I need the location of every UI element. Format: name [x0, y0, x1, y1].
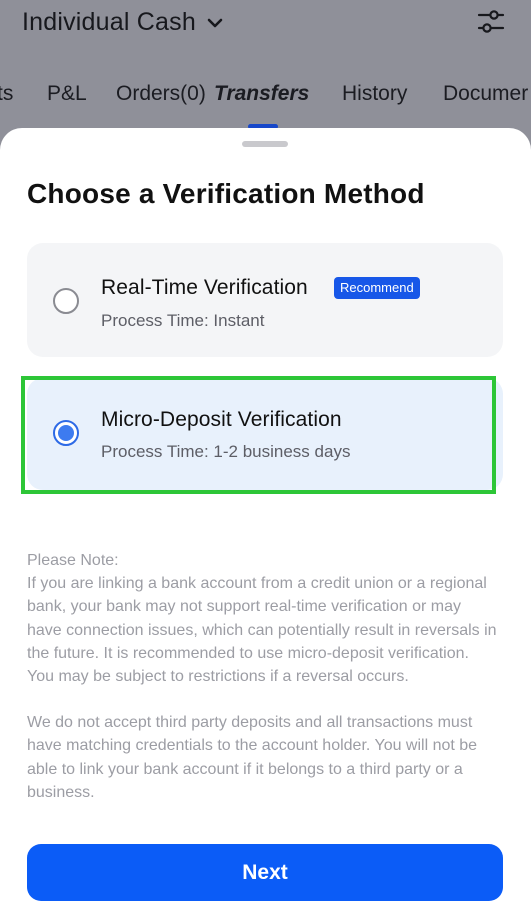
note-text: Please Note: If you are linking a bank a… — [27, 549, 497, 804]
option-title: Real-Time Verification — [101, 276, 308, 299]
recommend-badge: Recommend — [334, 277, 420, 299]
tab-bar: ts P&L Orders(0) Transfers History Docum… — [0, 82, 531, 114]
option-title: Micro-Deposit Verification — [101, 408, 342, 431]
tab-assets[interactable]: ts — [0, 82, 13, 106]
radio-selected-icon[interactable] — [53, 420, 79, 446]
sheet-grabber[interactable] — [242, 141, 288, 147]
tab-history[interactable]: History — [342, 82, 407, 106]
option-subtitle: Process Time: Instant — [101, 311, 265, 330]
tab-documents[interactable]: Documer — [443, 82, 528, 106]
tab-pnl[interactable]: P&L — [47, 82, 87, 106]
account-name: Individual Cash — [22, 8, 196, 36]
note-paragraph: We do not accept third party deposits an… — [27, 714, 478, 801]
tab-transfers[interactable]: Transfers — [214, 82, 309, 106]
tab-orders[interactable]: Orders(0) — [116, 82, 206, 106]
verification-method-sheet: Choose a Verification Method Real-Time V… — [0, 128, 531, 905]
option-real-time-verification[interactable]: Real-Time Verification Recommend Process… — [27, 243, 503, 357]
sliders-icon[interactable] — [477, 9, 505, 35]
option-micro-deposit-verification[interactable]: Micro-Deposit Verification Process Time:… — [27, 378, 503, 490]
note-paragraph: Please Note: If you are linking a bank a… — [27, 552, 497, 686]
radio-unselected-icon[interactable] — [53, 288, 79, 314]
sheet-title: Choose a Verification Method — [27, 178, 425, 209]
account-selector[interactable]: Individual Cash — [22, 8, 224, 37]
chevron-down-icon — [207, 18, 223, 27]
background-app-header: Individual Cash ts P&L Orders(0) Transfe… — [0, 0, 531, 140]
next-button[interactable]: Next — [27, 844, 503, 901]
option-subtitle: Process Time: 1-2 business days — [101, 442, 351, 461]
